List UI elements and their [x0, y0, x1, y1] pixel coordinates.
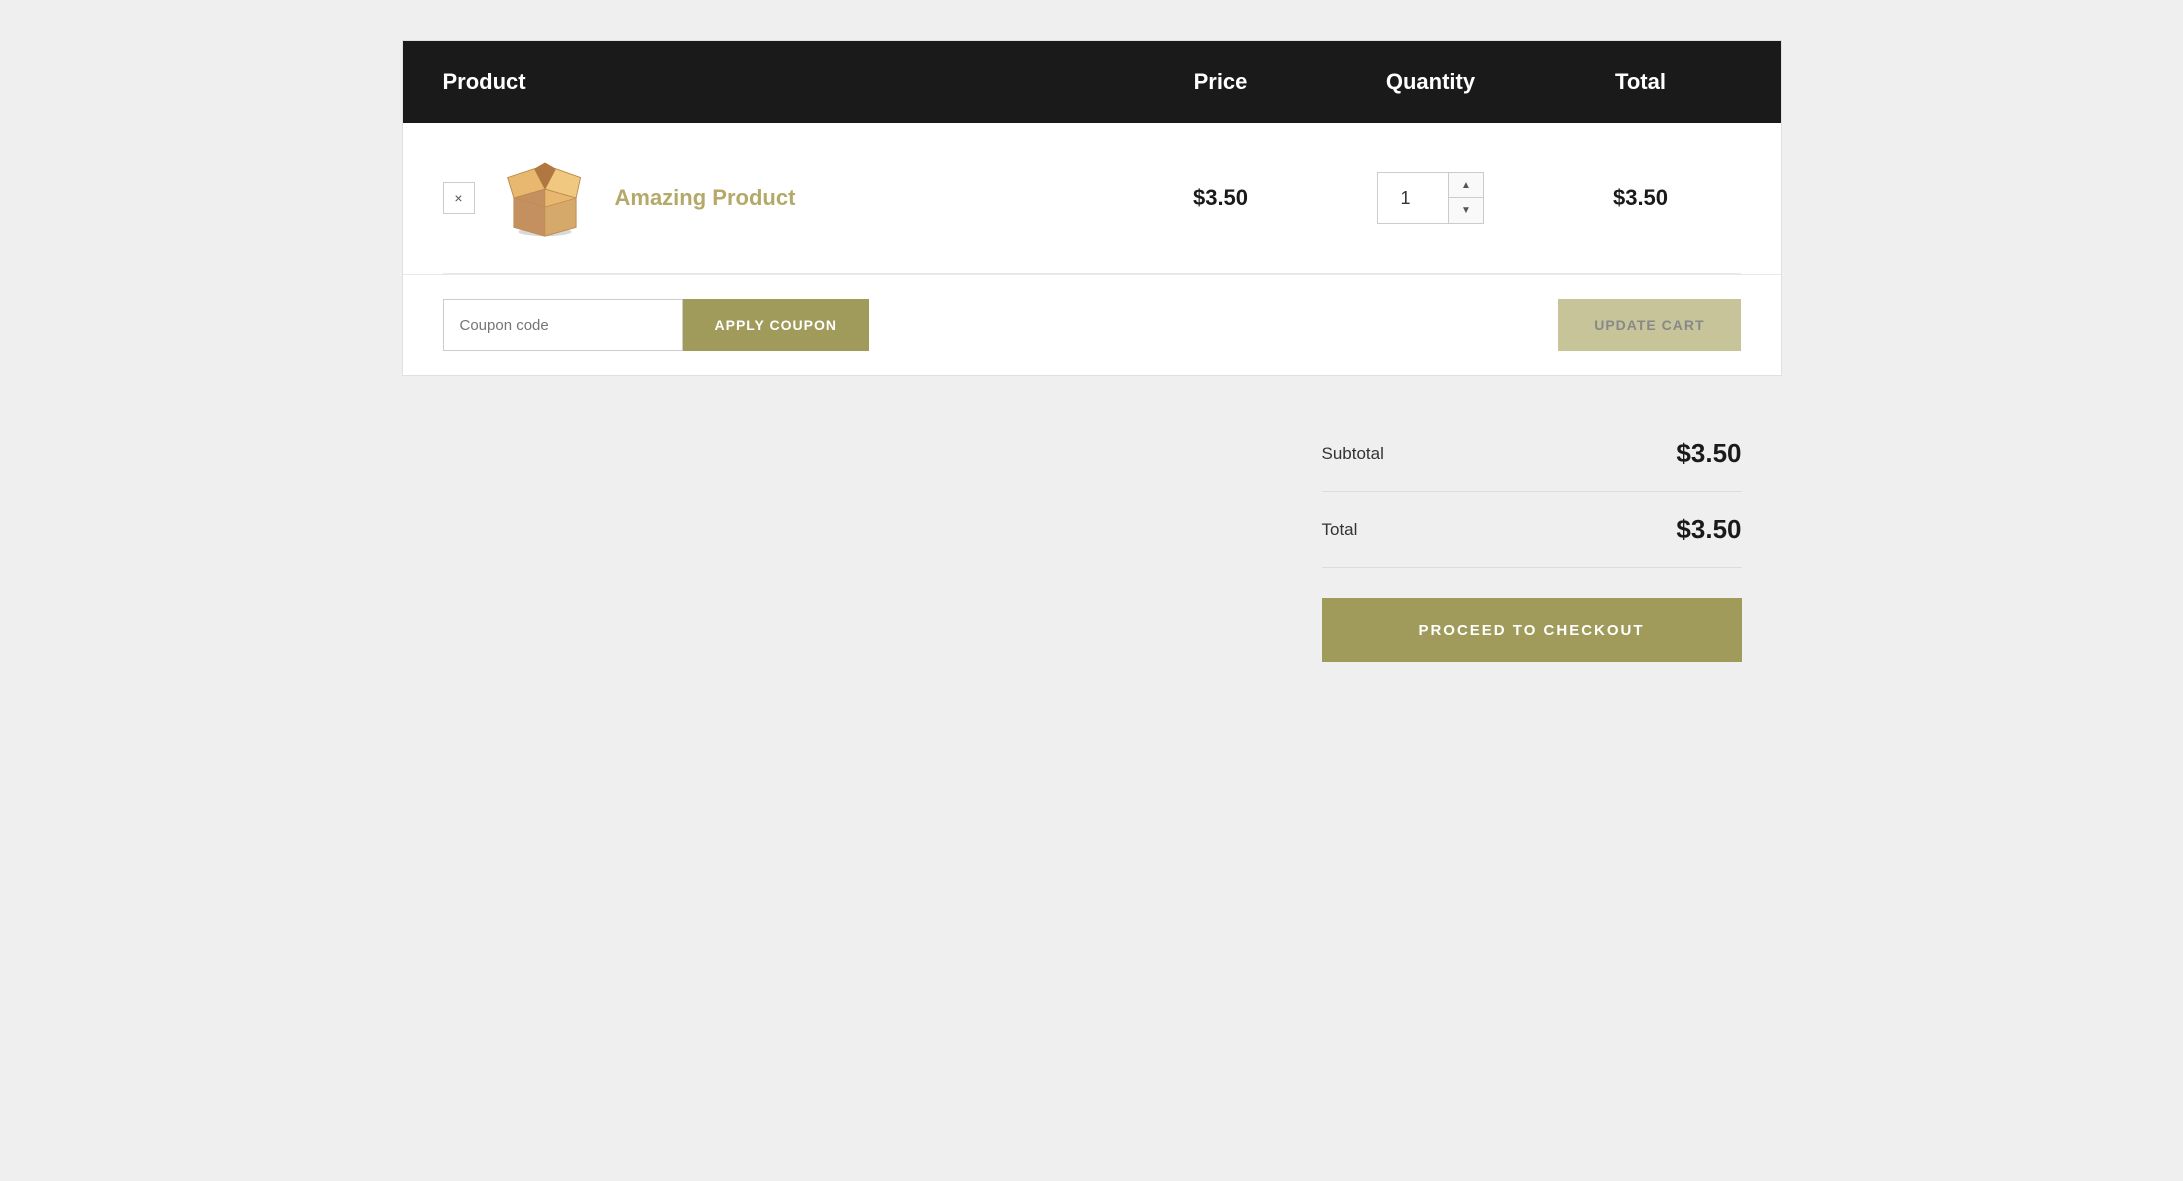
qty-increase-button[interactable]: ▲	[1449, 173, 1483, 198]
subtotal-value: $3.50	[1676, 438, 1741, 469]
cart-footer: APPLY COUPON UPDATE CART	[403, 274, 1781, 375]
remove-item-button[interactable]: ×	[443, 182, 475, 214]
product-image	[495, 153, 595, 243]
cart-table: Product Price Quantity Total ×	[402, 40, 1782, 376]
product-box-icon	[500, 158, 590, 238]
quantity-cell: ▲ ▼	[1321, 172, 1541, 224]
qty-arrows: ▲ ▼	[1448, 173, 1483, 223]
quantity-stepper: ▲ ▼	[1377, 172, 1484, 224]
total-label: Total	[1322, 520, 1358, 540]
table-row: ×	[443, 123, 1741, 274]
header-total: Total	[1541, 69, 1741, 95]
product-name: Amazing Product	[615, 185, 796, 211]
header-price: Price	[1121, 69, 1321, 95]
subtotal-label: Subtotal	[1322, 444, 1384, 464]
update-cart-button[interactable]: UPDATE CART	[1558, 299, 1740, 351]
coupon-input[interactable]	[443, 299, 683, 351]
proceed-to-checkout-button[interactable]: PROCEED TO CHECKOUT	[1322, 598, 1742, 662]
totals-table: Subtotal $3.50 Total $3.50 PROCEED TO CH…	[1322, 416, 1742, 662]
quantity-input[interactable]	[1378, 173, 1448, 223]
qty-decrease-button[interactable]: ▼	[1449, 198, 1483, 223]
total-value: $3.50	[1676, 514, 1741, 545]
cart-body: ×	[403, 123, 1781, 274]
product-total: $3.50	[1541, 185, 1741, 211]
cart-header: Product Price Quantity Total	[403, 41, 1781, 123]
apply-coupon-button[interactable]: APPLY COUPON	[683, 299, 869, 351]
subtotal-row: Subtotal $3.50	[1322, 416, 1742, 492]
header-quantity: Quantity	[1321, 69, 1541, 95]
product-cell: ×	[443, 153, 1121, 243]
header-product: Product	[443, 69, 1121, 95]
coupon-section: APPLY COUPON	[443, 299, 869, 351]
total-row: Total $3.50	[1322, 492, 1742, 568]
cart-totals: Subtotal $3.50 Total $3.50 PROCEED TO CH…	[402, 416, 1782, 662]
product-price: $3.50	[1121, 185, 1321, 211]
